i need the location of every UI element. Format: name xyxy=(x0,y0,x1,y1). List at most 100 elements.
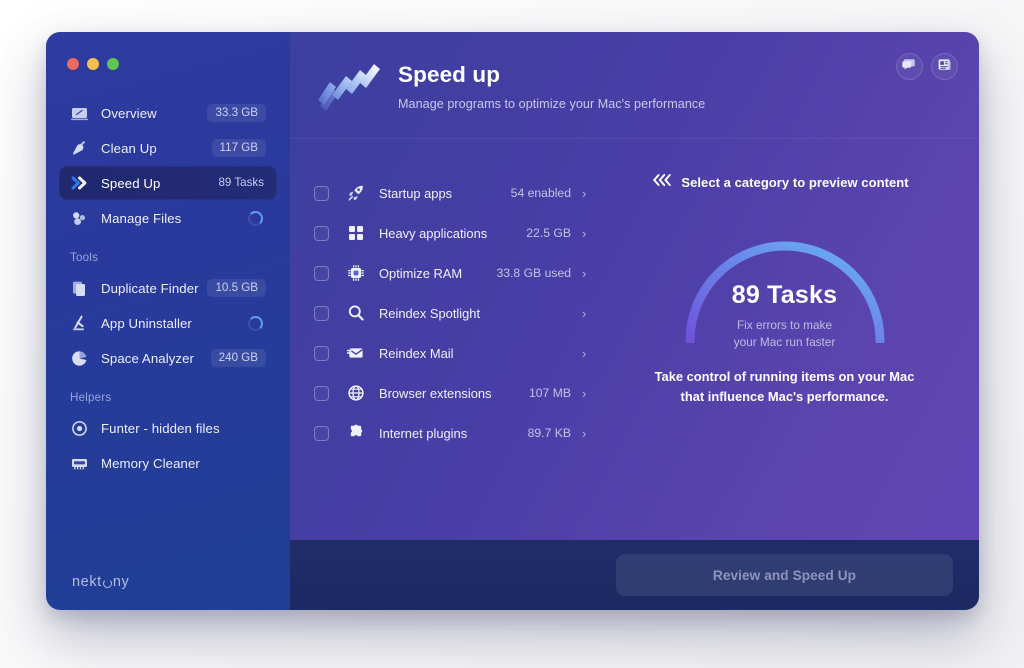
page-title: Speed up xyxy=(398,62,501,87)
close-button[interactable] xyxy=(67,57,79,70)
window-traffic-lights xyxy=(46,32,290,78)
task-checkbox[interactable] xyxy=(314,265,329,281)
task-label: Heavy applications xyxy=(379,225,488,241)
sidebar-item-app-uninstaller[interactable]: App Uninstaller xyxy=(59,306,277,340)
sidebar-item-label: Speed Up xyxy=(101,175,161,191)
brand-prefix: nekt xyxy=(72,574,102,590)
duplicate-icon xyxy=(69,278,90,299)
gauge-caption-line-2: your Mac run faster xyxy=(733,335,836,350)
sidebar: Overview 33.3 GB Clean Up 117 GB Speed U… xyxy=(46,32,290,610)
preview-hint: Select a category to preview content xyxy=(582,173,979,192)
speed-chevrons-icon xyxy=(316,60,384,116)
rocket-icon xyxy=(346,184,365,203)
sidebar-item-label: Manage Files xyxy=(101,210,182,226)
preview-footer-line-1: Take control of running items on your Ma… xyxy=(654,369,915,384)
task-value: 54 enabled xyxy=(510,186,571,200)
sidebar-item-clean-up[interactable]: Clean Up 117 GB xyxy=(59,131,277,165)
task-label: Reindex Spotlight xyxy=(379,305,481,321)
sidebar-item-label: Clean Up xyxy=(101,140,157,156)
uninstaller-icon xyxy=(69,313,90,334)
chevron-right-icon[interactable]: › xyxy=(582,267,590,280)
page-subtitle: Manage programs to optimize your Mac's p… xyxy=(398,97,706,111)
memory-icon xyxy=(69,453,90,474)
task-label: Startup apps xyxy=(379,185,453,201)
chevron-right-icon[interactable]: › xyxy=(582,387,590,400)
sidebar-item-funter[interactable]: Funter - hidden files xyxy=(59,411,277,445)
loading-spinner xyxy=(248,210,263,226)
puzzle-icon xyxy=(346,424,365,443)
news-button[interactable] xyxy=(931,53,958,80)
task-row[interactable]: Heavy applications 22.5 GB › xyxy=(314,213,590,253)
preview-hint-label: Select a category to preview content xyxy=(681,175,909,190)
task-row[interactable]: Reindex Spotlight › xyxy=(314,293,590,333)
app-stage: Overview 33.3 GB Clean Up 117 GB Speed U… xyxy=(0,0,1024,668)
gauge-caption-line-1: Fix errors to make xyxy=(736,318,833,332)
chevron-right-icon[interactable]: › xyxy=(582,347,590,360)
chevron-right-icon[interactable]: › xyxy=(582,307,590,320)
feedback-button[interactable] xyxy=(896,53,923,80)
sidebar-item-label: Duplicate Finder xyxy=(101,280,199,296)
brand-suffix: ny xyxy=(112,574,130,590)
sidebar-section-tools: Tools xyxy=(70,251,99,264)
gauge-value: 89 Tasks xyxy=(731,281,838,309)
task-value: 107 MB xyxy=(528,386,571,400)
task-checkbox[interactable] xyxy=(314,225,329,241)
sidebar-item-badge: 240 GB xyxy=(210,348,266,368)
task-row[interactable]: Browser extensions 107 MB › xyxy=(314,373,590,413)
task-checkbox[interactable] xyxy=(314,185,329,201)
preview-pane: Select a category to preview content 89 … xyxy=(590,139,979,540)
brand-logo: nekt ny xyxy=(72,574,129,590)
globe-icon xyxy=(346,384,365,403)
sidebar-section-helpers: Helpers xyxy=(70,391,112,404)
task-checkbox[interactable] xyxy=(314,305,329,321)
sidebar-item-badge: 33.3 GB xyxy=(207,103,266,123)
sidebar-nav: Overview 33.3 GB Clean Up 117 GB Speed U… xyxy=(46,78,290,480)
task-label: Internet plugins xyxy=(379,425,468,441)
task-value: 89.7 KB xyxy=(527,426,571,440)
grid-icon xyxy=(346,224,365,243)
minimize-button[interactable] xyxy=(87,57,99,70)
preview-footer-text: Take control of running items on your Ma… xyxy=(590,367,979,406)
dashboard-icon xyxy=(69,103,90,124)
sidebar-item-label: Overview xyxy=(101,105,157,121)
tasks-gauge: 89 Tasks Fix errors to make your Mac run… xyxy=(682,237,888,349)
files-icon xyxy=(69,208,90,229)
double-chevron-icon xyxy=(69,173,90,194)
task-row[interactable]: Internet plugins 89.7 KB › xyxy=(314,413,590,453)
sidebar-item-memory-cleaner[interactable]: Memory Cleaner xyxy=(59,446,277,480)
chevron-right-icon[interactable]: › xyxy=(582,227,590,240)
gauge-caption: Fix errors to make your Mac run faster xyxy=(682,317,888,351)
brand-o-glyph xyxy=(102,578,112,588)
task-row[interactable]: Reindex Mail › xyxy=(314,333,590,373)
news-panel-icon xyxy=(937,57,952,77)
task-checkbox[interactable] xyxy=(314,425,329,441)
page-header-text: Speed up Manage programs to optimize you… xyxy=(398,54,705,111)
task-row[interactable]: Optimize RAM 33.8 GB used › xyxy=(314,253,590,293)
task-checkbox[interactable] xyxy=(314,345,329,361)
sidebar-item-manage-files[interactable]: Manage Files xyxy=(59,201,277,235)
chevron-right-icon[interactable]: › xyxy=(582,427,590,440)
task-checkbox[interactable] xyxy=(314,385,329,401)
broom-icon xyxy=(69,138,90,159)
sidebar-item-duplicate-finder[interactable]: Duplicate Finder 10.5 GB xyxy=(59,271,277,305)
action-bar: Review and Speed Up xyxy=(290,540,979,610)
app-window: Overview 33.3 GB Clean Up 117 GB Speed U… xyxy=(46,32,979,610)
target-icon xyxy=(69,418,90,439)
sidebar-item-label: Funter - hidden files xyxy=(101,420,220,436)
feedback-bubble-icon xyxy=(902,57,917,77)
sidebar-item-label: Space Analyzer xyxy=(101,350,195,366)
main-body: Startup apps 54 enabled › Heavy applicat… xyxy=(290,139,979,540)
task-value: 22.5 GB xyxy=(526,226,571,240)
sidebar-item-badge: 10.5 GB xyxy=(207,278,266,298)
header-actions xyxy=(896,53,958,80)
sidebar-item-speed-up[interactable]: Speed Up 89 Tasks xyxy=(59,166,277,200)
page-header: Speed up Manage programs to optimize you… xyxy=(290,32,979,139)
loading-spinner xyxy=(248,315,263,331)
task-list: Startup apps 54 enabled › Heavy applicat… xyxy=(290,139,590,540)
sidebar-item-label: App Uninstaller xyxy=(101,315,192,331)
zoom-button[interactable] xyxy=(107,57,119,70)
task-row[interactable]: Startup apps 54 enabled › xyxy=(314,173,590,213)
review-and-speed-up-button[interactable]: Review and Speed Up xyxy=(616,554,953,596)
sidebar-item-space-analyzer[interactable]: Space Analyzer 240 GB xyxy=(59,341,277,375)
sidebar-item-overview[interactable]: Overview 33.3 GB xyxy=(59,96,277,130)
